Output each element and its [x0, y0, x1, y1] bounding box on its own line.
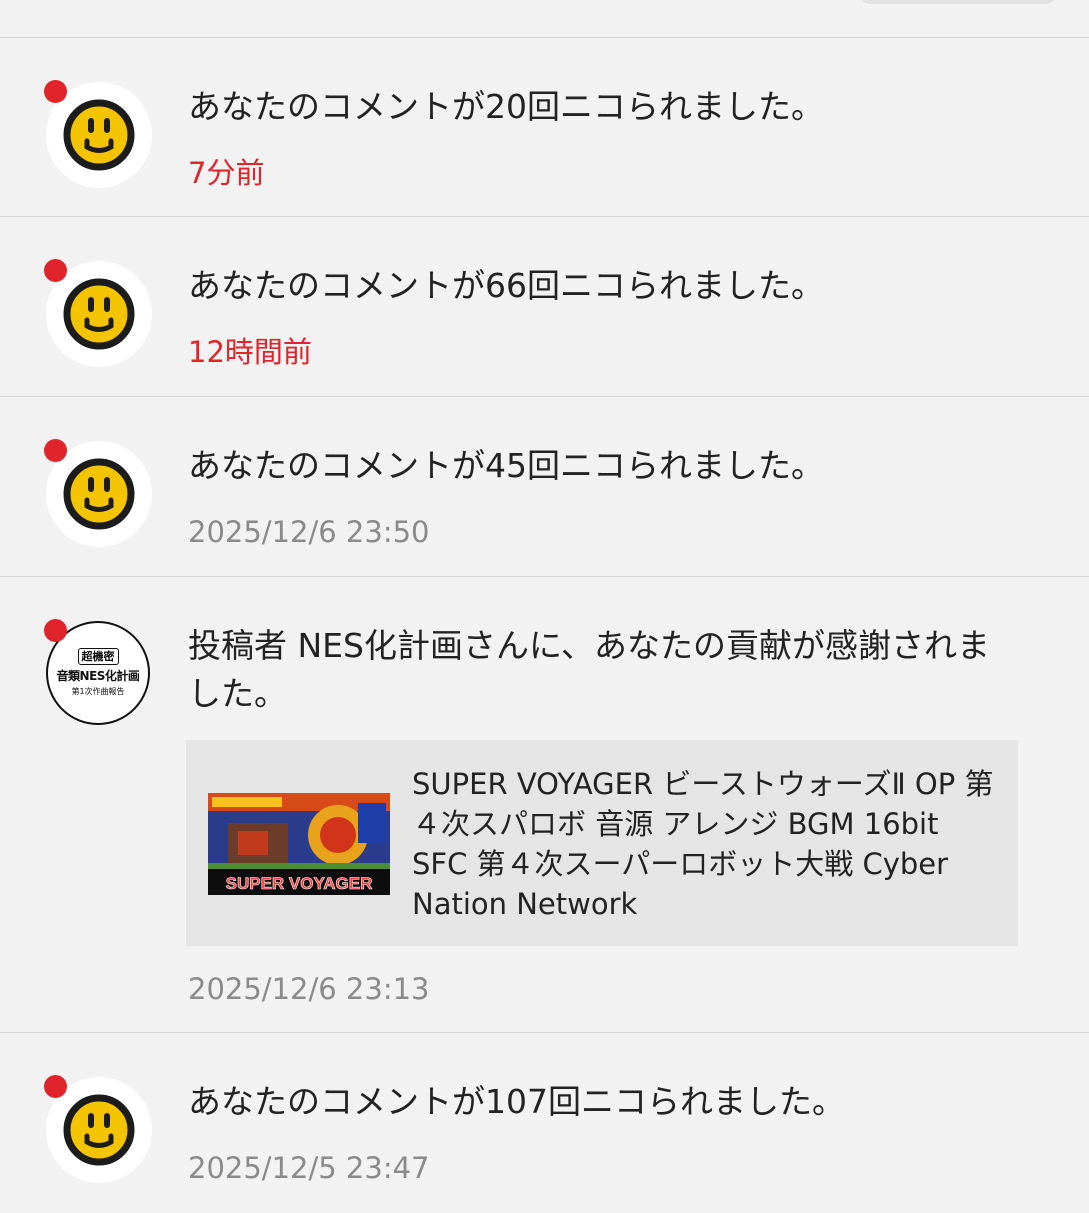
notification-list: あなたのコメントが20回ニコられました。 7分前 あなたのコメントが66回ニコら…: [0, 38, 1089, 1213]
unread-dot: [44, 439, 67, 462]
smiley-face-icon: [63, 1094, 135, 1166]
notification-item[interactable]: あなたのコメントが45回ニコられました。 2025/12/6 23:50: [0, 397, 1089, 577]
notification-avatar: [44, 1075, 152, 1183]
contributor-avatar[interactable]: 超機密 音類NES化計画 第1次作曲報告: [44, 619, 152, 727]
smiley-face-icon: [63, 99, 135, 171]
unread-dot: [44, 1075, 67, 1098]
notification-message: あなたのコメントが107回ニコられました。: [188, 1082, 845, 1121]
notification-item[interactable]: 超機密 音類NES化計画 第1次作曲報告 投稿者 NES化計画さんに、あなたの貢…: [0, 577, 1089, 1033]
smiley-face-icon: [63, 458, 135, 530]
notification-message: 投稿者 NES化計画さんに、あなたの貢献が感謝されました。: [188, 626, 990, 713]
video-thumbnail[interactable]: SUPER VOYAGER: [208, 793, 390, 895]
unread-dot: [44, 259, 67, 282]
notification-avatar: [44, 80, 152, 188]
notification-message: あなたのコメントが20回ニコられました。: [188, 87, 824, 126]
avatar-text-middle: 音類NES化計画: [56, 669, 140, 683]
notification-avatar: [44, 259, 152, 367]
notification-item[interactable]: あなたのコメントが107回ニコられました。 2025/12/5 23:47: [0, 1033, 1089, 1213]
notification-message: あなたのコメントが45回ニコられました。: [188, 446, 824, 485]
video-title: SUPER VOYAGER ビーストウォーズⅡ OP 第４次スパロボ 音源 アレ…: [412, 767, 994, 921]
notification-time: 7分前: [188, 156, 265, 190]
top-bar: [0, 0, 1089, 38]
notification-message: あなたのコメントが66回ニコられました。: [188, 266, 824, 305]
notification-time: 2025/12/6 23:50: [188, 515, 430, 549]
notification-avatar: [44, 439, 152, 547]
top-bar-control[interactable]: [860, 0, 1056, 4]
notification-time: 2025/12/6 23:13: [188, 972, 430, 1006]
avatar-text-top: 超機密: [77, 648, 119, 665]
thumbnail-caption: SUPER VOYAGER: [226, 874, 373, 893]
notification-time: 2025/12/5 23:47: [188, 1151, 430, 1185]
notification-time: 12時間前: [188, 335, 312, 369]
unread-dot: [44, 80, 67, 103]
notification-item[interactable]: あなたのコメントが20回ニコられました。 7分前: [0, 38, 1089, 217]
smiley-face-icon: [63, 278, 135, 350]
notification-item[interactable]: あなたのコメントが66回ニコられました。 12時間前: [0, 217, 1089, 397]
video-card[interactable]: SUPER VOYAGER SUPER VOYAGER ビーストウォーズⅡ OP…: [186, 740, 1018, 946]
avatar-text-bottom: 第1次作曲報告: [71, 687, 125, 696]
unread-dot: [44, 619, 67, 642]
